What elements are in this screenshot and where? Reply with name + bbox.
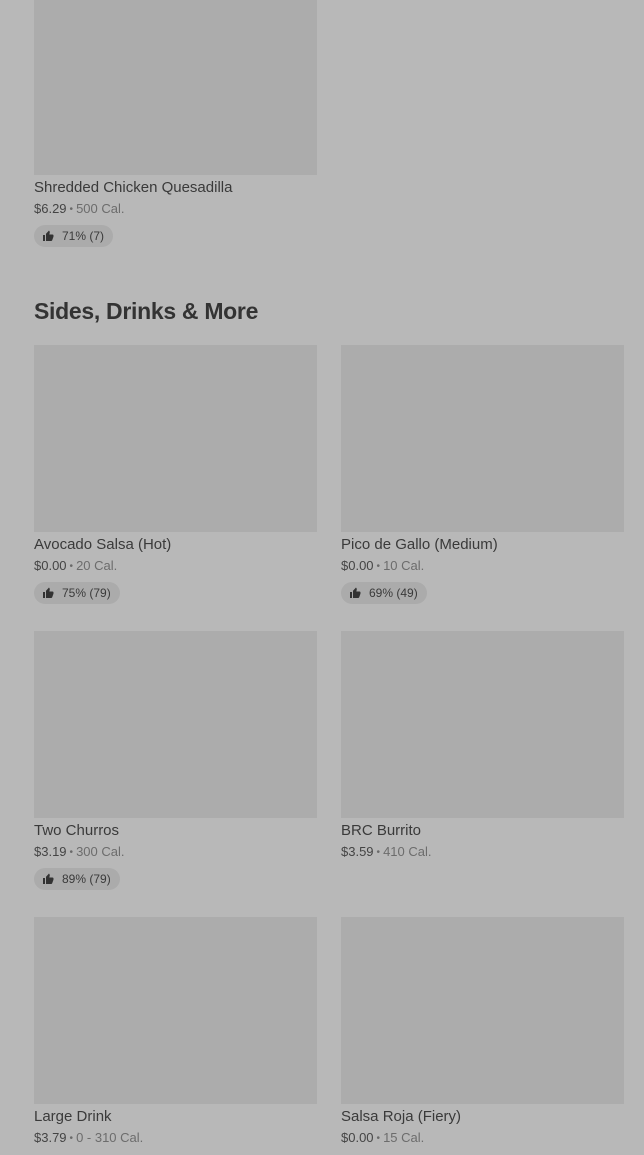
item-calories: 0 - 310 Cal. (76, 1130, 144, 1145)
meta-separator: • (69, 561, 74, 572)
rating-badge: 75% (79) (34, 582, 120, 604)
menu-item-card[interactable]: Pico de Gallo (Medium) $0.00 • 10 Cal. 69%… (341, 345, 624, 604)
menu-item-card[interactable]: Two Churros $3.19 • 300 Cal. 89% (79) (34, 631, 317, 890)
item-image[interactable] (34, 631, 317, 818)
item-calories: 10 Cal. (383, 558, 425, 573)
meta-separator: • (376, 847, 381, 858)
item-meta: $0.00 • 15 Cal. (341, 1129, 624, 1148)
item-price: $6.29 (34, 201, 67, 216)
item-name: Shredded Chicken Quesadilla (34, 179, 233, 196)
menu-item-card[interactable]: Shredded Chicken Quesadilla $6.29 • 500 Ca… (34, 0, 317, 247)
item-meta: $3.59 • 410 Cal. (341, 843, 624, 862)
item-name: Large Drink (34, 1108, 112, 1125)
rating-text: 75% (79) (62, 586, 111, 600)
menu-item-card[interactable]: Avocado Salsa (Hot) $0.00 • 20 Cal. 75% (7… (34, 345, 317, 604)
item-meta: $0.00 • 20 Cal. (34, 557, 317, 576)
rating-text: 71% (7) (62, 229, 105, 243)
item-price: $3.79 (34, 1130, 67, 1145)
rating-badge: 89% (79) (34, 868, 120, 890)
thumbs-up-icon (350, 587, 361, 598)
item-calories: 15 Cal. (383, 1130, 425, 1145)
item-calories: 20 Cal. (76, 558, 118, 573)
rating-badge: 71% (7) (34, 225, 114, 247)
item-image[interactable] (34, 917, 317, 1104)
menu-item-card[interactable]: Salsa Roja (Fiery) $0.00 • 15 Cal. (341, 917, 624, 1148)
section-title: Sides, Drinks & More (34, 298, 259, 324)
item-meta: $3.19 • 300 Cal. (34, 843, 317, 862)
thumbs-up-icon (43, 873, 54, 884)
item-calories: 300 Cal. (76, 844, 125, 859)
item-image[interactable] (341, 345, 624, 532)
menu-item-card[interactable]: Large Drink $3.79 • 0 - 310 Cal. (34, 917, 317, 1148)
thumbs-up-icon (43, 587, 54, 598)
thumbs-up-icon (43, 230, 54, 241)
item-image[interactable] (34, 345, 317, 532)
item-price: $3.19 (34, 844, 67, 859)
item-meta: $6.29 • 500 Cal. (34, 200, 317, 219)
item-name: Pico de Gallo (Medium) (341, 536, 498, 553)
item-name: Two Churros (34, 822, 120, 839)
item-price: $0.00 (341, 558, 374, 573)
item-meta: $3.79 • 0 - 310 Cal. (34, 1129, 317, 1148)
item-price: $3.59 (341, 844, 374, 859)
meta-separator: • (376, 1133, 381, 1144)
meta-separator: • (69, 204, 74, 215)
item-image[interactable] (34, 0, 317, 175)
meta-separator: • (376, 561, 381, 572)
item-price: $0.00 (34, 558, 67, 573)
item-meta: $0.00 • 10 Cal. (341, 557, 624, 576)
rating-text: 69% (49) (369, 586, 418, 600)
menu-page: Shredded Chicken Quesadilla $6.29 • 500 Ca… (0, 0, 644, 1155)
meta-separator: • (69, 847, 74, 858)
item-calories: 410 Cal. (383, 844, 432, 859)
rating-badge: 69% (49) (341, 582, 427, 604)
item-name: Avocado Salsa (Hot) (34, 536, 172, 553)
rating-text: 89% (79) (62, 872, 111, 886)
item-image[interactable] (341, 917, 624, 1104)
meta-separator: • (69, 1133, 74, 1144)
item-price: $0.00 (341, 1130, 374, 1145)
item-name: BRC Burrito (341, 822, 422, 839)
item-name: Salsa Roja (Fiery) (341, 1108, 462, 1125)
menu-item-card[interactable]: BRC Burrito $3.59 • 410 Cal. (341, 631, 624, 862)
item-image[interactable] (341, 631, 624, 818)
item-calories: 500 Cal. (76, 201, 125, 216)
